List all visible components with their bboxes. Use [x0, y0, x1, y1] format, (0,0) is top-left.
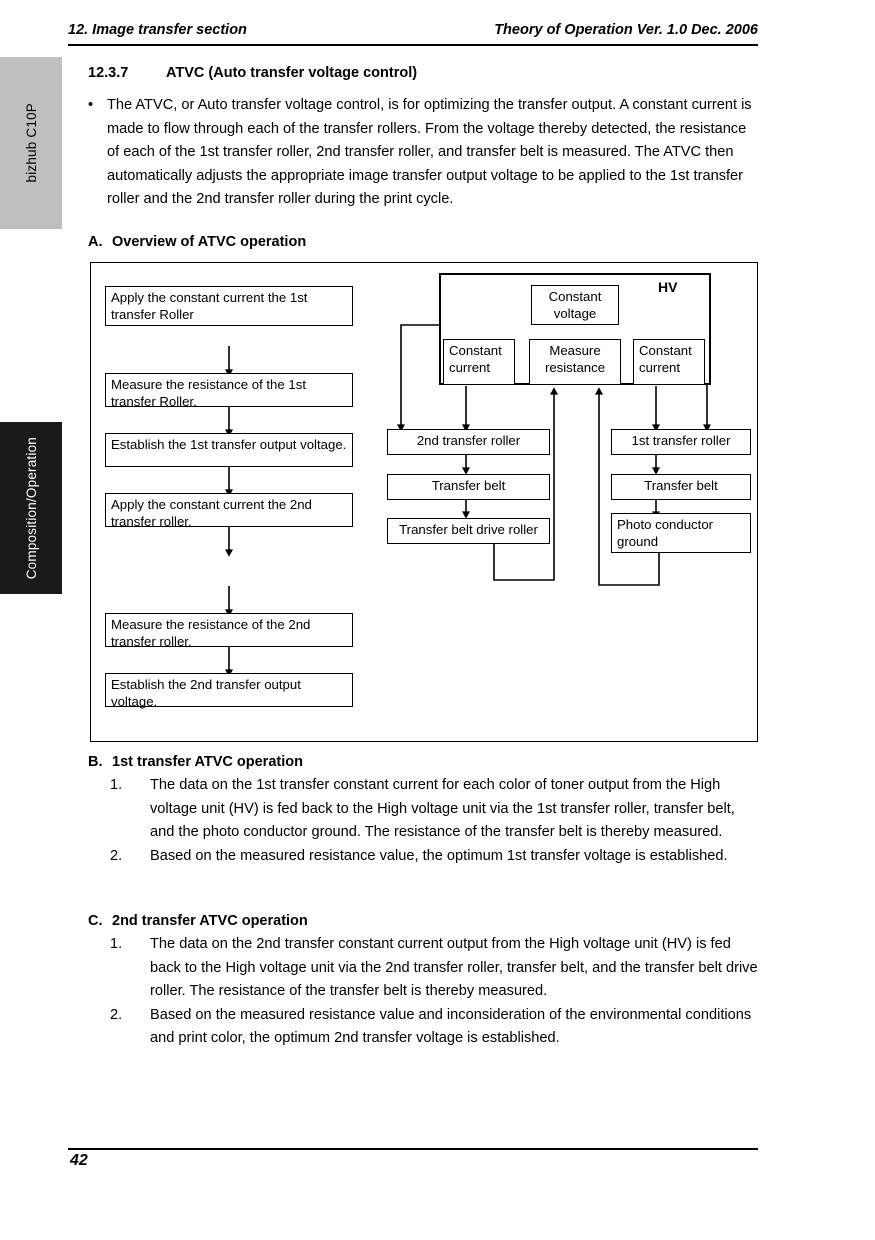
- hv-constant-current-right-box: Constant current: [633, 339, 705, 385]
- subsection-b-title: 1st transfer ATVC operation: [112, 754, 303, 770]
- list-item-text: Based on the measured resistance value, …: [150, 847, 728, 864]
- side-tab-chapter: Composition/Operation: [0, 422, 62, 594]
- hv-constant-current-left-label: Constant current: [449, 343, 502, 375]
- hv-measure-resistance-label: Measure resistance: [544, 343, 606, 375]
- flow-step-6-label: Establish the 2nd transfer output voltag…: [111, 677, 301, 709]
- section-number: 12.3.7: [88, 65, 129, 81]
- path2-2nd-transfer-roller: 2nd transfer roller: [387, 429, 550, 455]
- header-right-text: Theory of Operation Ver. 1.0 Dec. 2006: [494, 22, 758, 38]
- subsection-a-heading: A. Overview of ATVC operation: [88, 234, 306, 250]
- footer-divider: [68, 1148, 758, 1150]
- path2-transfer-belt: Transfer belt: [387, 474, 550, 500]
- hv-constant-current-left-box: Constant current: [443, 339, 515, 385]
- side-tab-product: bizhub C10P: [0, 57, 62, 229]
- subsection-b-list: 1. The data on the 1st transfer constant…: [110, 774, 760, 868]
- path1-photo-conductor-ground: Photo conductor ground: [611, 513, 751, 553]
- subsection-b-letter: B.: [88, 754, 103, 770]
- subsection-b-heading: B. 1st transfer ATVC operation: [88, 754, 303, 770]
- hv-constant-voltage-label: Constant voltage: [548, 289, 602, 321]
- path2-step-1-label: 2nd transfer roller: [416, 433, 521, 448]
- path2-step-2-label: Transfer belt: [431, 478, 506, 493]
- hv-measure-resistance-box: Measure resistance: [529, 339, 621, 385]
- section-heading: 12.3.7 ATVC (Auto transfer voltage contro…: [88, 65, 417, 81]
- hv-constant-current-right-label: Constant current: [639, 343, 692, 375]
- path1-transfer-belt: Transfer belt: [611, 474, 751, 500]
- path1-step-1-label: 1st transfer roller: [631, 433, 731, 448]
- list-item-text: Based on the measured resistance value a…: [150, 1006, 752, 1047]
- path1-1st-transfer-roller: 1st transfer roller: [611, 429, 751, 455]
- list-item-number: 1.: [110, 777, 123, 793]
- list-item-text: The data on the 2nd transfer constant cu…: [150, 936, 758, 999]
- flow-step-4-label: Apply the constant current the 2nd trans…: [111, 497, 312, 529]
- path1-step-2-label: Transfer belt: [644, 478, 718, 493]
- list-item: 1. The data on the 2nd transfer constant…: [110, 933, 760, 1004]
- path2-transfer-belt-drive-roller: Transfer belt drive roller: [387, 518, 550, 544]
- flow-step-2-label: Measure the resistance of the 1st transf…: [111, 377, 306, 409]
- path1-step-3-label: Photo conductor ground: [617, 517, 714, 549]
- list-item-number: 1.: [110, 936, 123, 952]
- flow-step-3-label: Establish the 1st transfer output voltag…: [111, 437, 347, 452]
- list-item-number: 2.: [110, 1006, 123, 1023]
- flow-step-6: Establish the 2nd transfer output voltag…: [105, 673, 353, 709]
- subsection-c-title: 2nd transfer ATVC operation: [112, 913, 308, 929]
- path2-step-3-label: Transfer belt drive roller: [399, 522, 538, 537]
- subsection-a-letter: A.: [88, 234, 103, 250]
- page-number: 42: [70, 1152, 88, 1169]
- flow-step-2: Measure the resistance of the 1st transf…: [105, 373, 353, 409]
- list-item-text: The data on the 1st transfer constant cu…: [150, 777, 735, 840]
- list-item: 2. Based on the measured resistance valu…: [110, 845, 760, 869]
- page-header: 12. Image transfer section Theory of Ope…: [68, 22, 758, 38]
- flow-step-4: Apply the constant current the 2nd trans…: [105, 493, 353, 529]
- flow-step-1: Apply the constant current the 1st trans…: [105, 286, 353, 326]
- list-item-number: 2.: [110, 847, 123, 864]
- hv-label: HV: [658, 279, 678, 295]
- header-divider: [68, 44, 758, 46]
- flow-step-5: Measure the resistance of the 2nd transf…: [105, 613, 353, 649]
- flow-step-1-label: Apply the constant current the 1st trans…: [111, 290, 308, 322]
- side-tab-chapter-label: Composition/Operation: [23, 436, 39, 580]
- intro-bullet: • The ATVC, or Auto transfer voltage con…: [88, 94, 760, 212]
- subsection-c-letter: C.: [88, 913, 103, 929]
- subsection-c-heading: C. 2nd transfer ATVC operation: [88, 913, 308, 929]
- atvc-overview-diagram: Apply the constant current the 1st trans…: [90, 262, 758, 742]
- subsection-c-list: 1. The data on the 2nd transfer constant…: [110, 933, 760, 1051]
- flow-step-5-label: Measure the resistance of the 2nd transf…: [111, 617, 311, 649]
- bullet-icon: •: [88, 97, 94, 113]
- list-item: 1. The data on the 1st transfer constant…: [110, 774, 760, 845]
- subsection-a-title: Overview of ATVC operation: [112, 234, 307, 250]
- list-item: 2. Based on the measured resistance valu…: [110, 1004, 760, 1051]
- flow-step-3: Establish the 1st transfer output voltag…: [105, 433, 353, 467]
- side-tab-product-label: bizhub C10P: [23, 103, 39, 183]
- section-title: ATVC (Auto transfer voltage control): [166, 65, 418, 81]
- header-left-text: 12. Image transfer section: [68, 22, 247, 38]
- intro-text: The ATVC, or Auto transfer voltage contr…: [107, 97, 752, 207]
- hv-constant-voltage-box: Constant voltage: [531, 285, 619, 325]
